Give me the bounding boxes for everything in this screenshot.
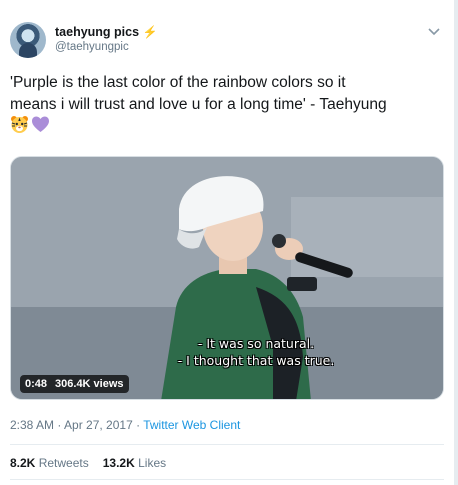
likes-label: Likes — [138, 456, 167, 470]
timestamp[interactable]: 2:38 AM · Apr 27, 2017 — [10, 418, 133, 432]
chevron-down-icon[interactable] — [426, 24, 442, 40]
divider — [10, 444, 444, 445]
video-info-badge: 0:48 306.4K views — [20, 375, 129, 393]
divider — [10, 479, 444, 480]
author-names[interactable]: taehyung pics ⚡ @taehyungpic — [55, 25, 157, 55]
tiger-face-icon — [10, 115, 29, 134]
video-player[interactable]: - It was so natural. - I thought that wa… — [10, 156, 444, 400]
video-duration: 0:48 — [25, 378, 48, 390]
purple-heart-icon — [31, 115, 50, 134]
video-subtitles: - It was so natural. - I thought that wa… — [131, 335, 381, 369]
display-name[interactable]: taehyung pics — [55, 25, 139, 39]
subtitle-line: - I thought that was true. — [177, 353, 335, 368]
tweet-emojis — [10, 115, 50, 135]
meta-separator: · — [132, 418, 144, 432]
tweet-text: 'Purple is the last color of the rainbow… — [10, 74, 387, 113]
tweet-meta: 2:38 AM · Apr 27, 2017 · Twitter Web Cli… — [10, 418, 240, 432]
retweets-count: 8.2K — [10, 456, 36, 470]
client-link[interactable]: Twitter Web Client — [143, 418, 240, 432]
retweets-stat[interactable]: 8.2K Retweets — [10, 456, 89, 470]
likes-count: 13.2K — [102, 456, 135, 470]
tweet-card: taehyung pics ⚡ @taehyungpic 'Purple is … — [0, 0, 455, 485]
user-handle[interactable]: @taehyungpic — [55, 40, 157, 55]
likes-stat[interactable]: 13.2K Likes — [103, 456, 166, 470]
tweet-header: taehyung pics ⚡ @taehyungpic — [10, 20, 444, 60]
tweet-stats: 8.2K Retweets 13.2K Likes — [10, 456, 166, 470]
retweets-label: Retweets — [38, 456, 89, 470]
lightning-icon: ⚡ — [142, 25, 158, 39]
subtitle-line: - It was so natural. — [197, 336, 315, 351]
view-count: 306.4K views — [55, 378, 124, 390]
avatar[interactable] — [10, 22, 46, 58]
